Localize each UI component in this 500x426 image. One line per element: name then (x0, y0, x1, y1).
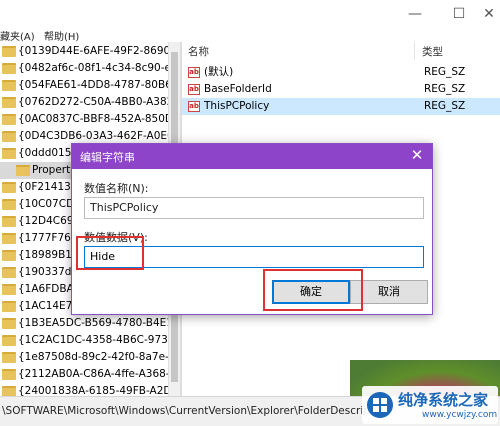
folder-icon (2, 335, 16, 346)
folder-icon (2, 182, 16, 193)
string-value-icon: ab (188, 101, 200, 112)
tree-item-label: {054FAE61-4DD8-4787-80B6-09 (18, 79, 168, 91)
folder-icon (2, 233, 16, 244)
folder-icon (2, 352, 16, 363)
tree-item-label: {0AC0837C-BBF8-452A-850D-79 (18, 113, 168, 125)
logo-icon (367, 392, 393, 418)
minimize-button[interactable]: — (404, 4, 426, 24)
folder-icon (2, 80, 16, 91)
column-header-type[interactable]: 类型 (422, 44, 443, 59)
value-row[interactable]: ab (默认) REG_SZ (182, 64, 500, 81)
tree-item[interactable]: {0139D44E-6AFE-49F2-8690-3DA (0, 43, 168, 60)
tree-item[interactable]: {24001838A-6185-49FB-A2D8-4A (0, 383, 168, 396)
folder-icon (2, 114, 16, 125)
folder-icon (2, 148, 16, 159)
folder-icon (2, 97, 16, 108)
folder-icon (2, 318, 16, 329)
column-header-name[interactable]: 名称 (188, 44, 209, 59)
value-type: REG_SZ (424, 100, 466, 112)
folder-icon (2, 301, 16, 312)
menu-bar: 藏夹(A) 帮助(H) (0, 28, 500, 43)
tree-item-label: {24001838A-6185-49FB-A2D8-4A (18, 385, 168, 396)
folder-icon (2, 250, 16, 261)
tree-item-label: {2112AB0A-C86A-4ffe-A368-0DI (18, 368, 168, 380)
tree-item[interactable]: {0AC0837C-BBF8-452A-850D-79 (0, 111, 168, 128)
watermark-logo: 纯净系统之家 www.ycwjzy.com (362, 386, 498, 424)
value-name: BaseFolderId (204, 83, 272, 95)
tree-item[interactable]: {2112AB0A-C86A-4ffe-A368-0DI (0, 366, 168, 383)
tree-item-label: {0139D44E-6AFE-49F2-8690-3DA (18, 45, 168, 57)
folder-icon (16, 165, 30, 176)
tree-item-label: {0482af6c-08f1-4c34-8c90-e17e (18, 62, 168, 74)
value-name-label: 数值名称(N): (84, 182, 149, 195)
tree-item[interactable]: {054FAE61-4DD8-4787-80B6-09 (0, 77, 168, 94)
value-name: (默认) (204, 66, 234, 78)
folder-icon (2, 369, 16, 380)
tree-item-label: {1B3EA5DC-B569-4780-B4E1-BE (18, 317, 168, 329)
dialog-title: 编辑字符串 (80, 151, 135, 164)
tree-item-label: Property (32, 164, 77, 176)
highlight-ok-button (263, 269, 363, 311)
menu-favorites[interactable]: 藏夹(A) (0, 28, 35, 43)
watermark-title: 纯净系统之家 (398, 391, 489, 409)
dialog-close-icon[interactable]: ✕ (408, 146, 426, 164)
dialog-titlebar[interactable]: 编辑字符串 ✕ (72, 144, 432, 169)
maximize-button[interactable]: ☐ (448, 4, 470, 24)
tree-item[interactable]: {1B3EA5DC-B569-4780-B4E1-BE (0, 315, 168, 332)
string-value-icon: ab (188, 84, 200, 95)
tree-item[interactable]: {1e87508d-89c2-42f0-8a7e-645 (0, 349, 168, 366)
value-type: REG_SZ (424, 66, 466, 78)
value-name-field[interactable]: ThisPCPolicy (84, 197, 424, 219)
folder-icon (2, 131, 16, 142)
tree-item[interactable]: {0482af6c-08f1-4c34-8c90-e17e (0, 60, 168, 77)
folder-icon (2, 46, 16, 57)
folder-icon (2, 386, 16, 396)
value-row[interactable]: ab BaseFolderId REG_SZ (182, 81, 500, 98)
folder-icon (2, 267, 16, 278)
menu-help[interactable]: 帮助(H) (44, 28, 79, 43)
tree-item-label: {0762D272-C50A-4BB0-A382-69 (18, 96, 168, 108)
value-row[interactable]: ab ThisPCPolicy REG_SZ (182, 98, 500, 115)
folder-icon (2, 284, 16, 295)
status-path: \SOFTWARE\Microsoft\Windows\CurrentVersi… (2, 405, 377, 417)
value-name: ThisPCPolicy (204, 100, 270, 112)
folder-icon (2, 63, 16, 74)
folder-icon (2, 199, 16, 210)
folder-icon (2, 216, 16, 227)
tree-item[interactable]: {0762D272-C50A-4BB0-A382-69 (0, 94, 168, 111)
string-value-icon: ab (188, 67, 200, 78)
tree-item-label: {1e87508d-89c2-42f0-8a7e-645 (18, 351, 168, 363)
highlight-data-field (76, 236, 144, 270)
edit-string-dialog: 编辑字符串 ✕ 数值名称(N): ThisPCPolicy 数值数据(V): H… (71, 143, 433, 315)
tree-item[interactable]: {1C2AC1DC-4358-4B6C-9733-AI (0, 332, 168, 349)
watermark-url: www.ycwjzy.com (422, 410, 498, 420)
tree-item-label: {1C2AC1DC-4358-4B6C-9733-AI (18, 334, 168, 346)
close-window-button[interactable]: ✕ (478, 4, 500, 24)
window-titlebar: — ☐ ✕ (0, 0, 500, 28)
column-separator[interactable] (414, 42, 415, 60)
value-type: REG_SZ (424, 83, 466, 95)
